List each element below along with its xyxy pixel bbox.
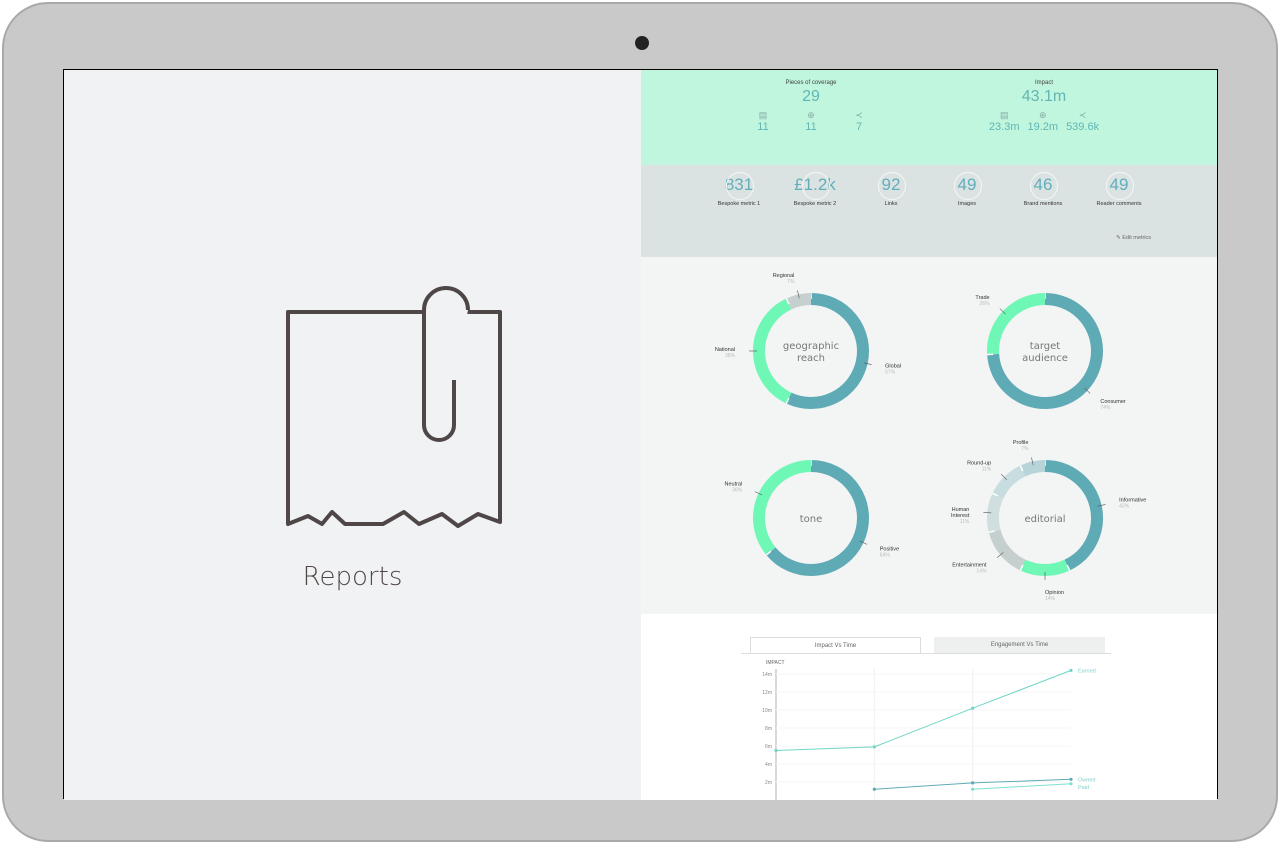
coverage-social: ≺7 — [845, 110, 873, 133]
data-point[interactable] — [1069, 669, 1072, 672]
page-title: Reports — [64, 562, 641, 592]
y-tick-label: 10m — [762, 708, 772, 714]
donut-slice[interactable] — [1023, 565, 1067, 570]
impact-print: ▤23.3m — [989, 110, 1020, 133]
laptop-screen: Reports Pieces of coverage 29 ▤11 ⊕11 ≺7… — [63, 69, 1218, 799]
data-point[interactable] — [1069, 782, 1072, 785]
y-axis-label: IMPACT — [766, 660, 785, 666]
reports-panel: Reports — [64, 70, 641, 800]
data-point[interactable] — [971, 781, 974, 784]
donut-geographic-reach: Global57%National36%Regional7%geographic… — [715, 273, 901, 404]
impact-summary: Impact 43.1m ▤23.3m ⊕19.2m ≺539.6k — [954, 80, 1134, 133]
coverage-summary: Pieces of coverage 29 ▤11 ⊕11 ≺7 — [721, 80, 901, 133]
slice-percent: 36% — [725, 353, 736, 359]
summary-section: Pieces of coverage 29 ▤11 ⊕11 ≺7 Impact … — [641, 70, 1217, 165]
data-point[interactable] — [873, 745, 876, 748]
impact-online: ⊕19.2m — [1027, 110, 1058, 133]
edit-metrics-link[interactable]: ✎ Edit metrics — [1116, 235, 1151, 241]
coverage-online: ⊕11 — [797, 110, 825, 133]
y-tick-label: 8m — [765, 726, 772, 732]
donut-slice[interactable] — [1023, 466, 1045, 471]
donut-slice[interactable] — [759, 466, 811, 551]
y-tick-label: 6m — [765, 744, 772, 750]
donut-slice[interactable] — [995, 531, 1023, 565]
metrics-section: 831Bespoke metric 1 £1.2kBespoke metric … — [641, 165, 1217, 257]
series-label: Owned — [1078, 777, 1095, 783]
slice-percent: 43% — [1119, 503, 1130, 509]
data-point[interactable] — [971, 788, 974, 791]
slice-percent: 11% — [960, 519, 970, 525]
y-tick-label: 2m — [765, 780, 772, 786]
camera — [635, 36, 649, 50]
slice-percent: 7% — [787, 279, 795, 285]
data-point[interactable] — [774, 749, 777, 752]
donut-slice[interactable] — [993, 496, 998, 531]
slice-percent: 64% — [880, 552, 891, 558]
metric-images: 49Images — [929, 175, 1005, 207]
slice-percent: 57% — [885, 370, 896, 376]
coverage-value: 29 — [721, 88, 901, 106]
donut-slice[interactable] — [789, 299, 811, 304]
globe-icon: ⊕ — [1027, 110, 1058, 121]
coverage-label: Pieces of coverage — [721, 80, 901, 86]
metric-links: 92Links — [853, 175, 929, 207]
slice-percent: 14% — [1045, 596, 1056, 602]
slice-percent: 36% — [732, 488, 743, 494]
share-icon: ≺ — [1066, 110, 1099, 121]
donut-charts: Global57%National36%Regional7%geographic… — [641, 257, 1217, 614]
impact-social: ≺539.6k — [1066, 110, 1099, 133]
donut-target-audience: Consumer74%Trade26%targetaudience — [975, 293, 1126, 411]
donut-title: editorial — [1024, 514, 1065, 525]
series-label: Paid — [1078, 785, 1089, 791]
series-label: Earned — [1078, 668, 1096, 674]
coverage-print: ▤11 — [749, 110, 777, 133]
y-tick-label: 4m — [765, 762, 772, 768]
newspaper-icon: ▤ — [749, 110, 777, 121]
donut-title: tone — [800, 514, 823, 525]
donut-title: audience — [1022, 353, 1068, 364]
time-chart-section: Impact Vs Time Engagement Vs Time IMPACT… — [641, 614, 1217, 800]
data-point[interactable] — [971, 707, 974, 710]
metric-reader-comments: 49Reader comments — [1081, 175, 1157, 207]
slice-percent: 11% — [982, 466, 992, 472]
y-tick-label: 12m — [762, 690, 772, 696]
impact-value: 43.1m — [954, 88, 1134, 106]
donut-tone: Positive64%Neutral36%tone — [724, 460, 899, 570]
donut-title: target — [1030, 341, 1060, 352]
series-line-paid — [973, 784, 1071, 789]
slice-percent: 14% — [976, 568, 987, 574]
y-tick-label: 14m — [762, 672, 772, 678]
donut-editorial: Informative43%Opinion14%Entertainment14%… — [951, 440, 1146, 602]
impact-label: Impact — [954, 80, 1134, 86]
slice-percent: 7% — [1021, 446, 1029, 452]
globe-icon: ⊕ — [797, 110, 825, 121]
metric-brand-mentions: 46Brand mentions — [1005, 175, 1081, 207]
receipt-paperclip-icon — [264, 280, 504, 540]
data-point[interactable] — [1069, 778, 1072, 781]
slice-percent: 26% — [980, 301, 991, 307]
newspaper-icon: ▤ — [989, 110, 1020, 121]
report-dashboard: Pieces of coverage 29 ▤11 ⊕11 ≺7 Impact … — [641, 70, 1217, 800]
data-point[interactable] — [873, 788, 876, 791]
donut-title: reach — [797, 353, 825, 364]
share-icon: ≺ — [845, 110, 873, 121]
metric-bespoke-2: £1.2kBespoke metric 2 — [777, 175, 853, 207]
slice-percent: 74% — [1100, 405, 1111, 411]
donut-title: geographic — [783, 341, 839, 352]
metric-bespoke-1: 831Bespoke metric 1 — [701, 175, 777, 207]
